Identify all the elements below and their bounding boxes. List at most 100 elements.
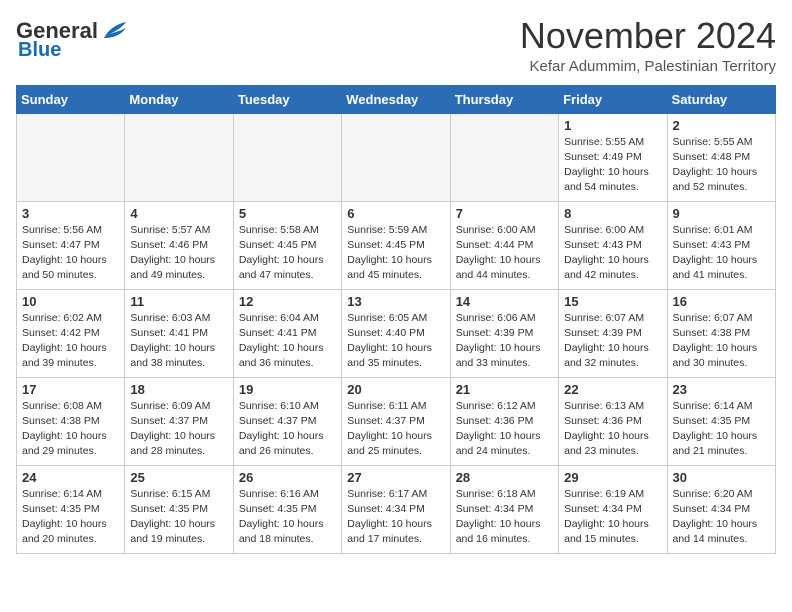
day-info: Sunrise: 6:17 AMSunset: 4:34 PMDaylight:…	[347, 487, 444, 548]
day-info: Sunrise: 6:19 AMSunset: 4:34 PMDaylight:…	[564, 487, 661, 548]
calendar-header-sunday: Sunday	[17, 85, 125, 113]
calendar-header-wednesday: Wednesday	[342, 85, 450, 113]
calendar-cell	[125, 113, 233, 201]
calendar-cell: 29 Sunrise: 6:19 AMSunset: 4:34 PMDayligh…	[559, 465, 667, 553]
calendar-week-row: 3 Sunrise: 5:56 AMSunset: 4:47 PMDaylight…	[17, 201, 776, 289]
day-number: 5	[239, 206, 336, 221]
calendar-header-row: SundayMondayTuesdayWednesdayThursdayFrid…	[17, 85, 776, 113]
calendar-cell: 4 Sunrise: 5:57 AMSunset: 4:46 PMDaylight…	[125, 201, 233, 289]
calendar-cell: 16 Sunrise: 6:07 AMSunset: 4:38 PMDayligh…	[667, 289, 775, 377]
day-number: 3	[22, 206, 119, 221]
day-number: 7	[456, 206, 553, 221]
day-info: Sunrise: 5:57 AMSunset: 4:46 PMDaylight:…	[130, 223, 227, 284]
day-number: 25	[130, 470, 227, 485]
calendar-cell: 17 Sunrise: 6:08 AMSunset: 4:38 PMDayligh…	[17, 377, 125, 465]
calendar-table: SundayMondayTuesdayWednesdayThursdayFrid…	[16, 85, 776, 554]
calendar-header-tuesday: Tuesday	[233, 85, 341, 113]
day-number: 29	[564, 470, 661, 485]
calendar-cell: 20Sunrise: 6:11 AMSunset: 4:37 PMDayligh…	[342, 377, 450, 465]
day-info: Sunrise: 5:59 AMSunset: 4:45 PMDaylight:…	[347, 223, 444, 284]
day-info: Sunrise: 6:11 AMSunset: 4:37 PMDaylight:…	[347, 399, 444, 460]
calendar-cell: 25 Sunrise: 6:15 AMSunset: 4:35 PMDayligh…	[125, 465, 233, 553]
day-number: 1	[564, 118, 661, 133]
calendar-cell: 14Sunrise: 6:06 AMSunset: 4:39 PMDayligh…	[450, 289, 558, 377]
day-number: 12	[239, 294, 336, 309]
location-title: Kefar Adummim, Palestinian Territory	[520, 58, 776, 75]
day-info: Sunrise: 6:14 AMSunset: 4:35 PMDaylight:…	[22, 487, 119, 548]
header: General Blue November 2024 Kefar Adummim…	[16, 16, 776, 75]
day-info: Sunrise: 6:10 AMSunset: 4:37 PMDaylight:…	[239, 399, 336, 460]
day-info: Sunrise: 6:09 AMSunset: 4:37 PMDaylight:…	[130, 399, 227, 460]
day-number: 30	[673, 470, 770, 485]
day-info: Sunrise: 6:13 AMSunset: 4:36 PMDaylight:…	[564, 399, 661, 460]
logo-blue-text: Blue	[18, 40, 61, 60]
day-info: Sunrise: 6:07 AMSunset: 4:39 PMDaylight:…	[564, 311, 661, 372]
day-info: Sunrise: 5:56 AMSunset: 4:47 PMDaylight:…	[22, 223, 119, 284]
day-number: 24	[22, 470, 119, 485]
day-number: 6	[347, 206, 444, 221]
calendar-cell	[342, 113, 450, 201]
day-number: 2	[673, 118, 770, 133]
day-number: 11	[130, 294, 227, 309]
day-info: Sunrise: 6:03 AMSunset: 4:41 PMDaylight:…	[130, 311, 227, 372]
day-info: Sunrise: 6:20 AMSunset: 4:34 PMDaylight:…	[673, 487, 770, 548]
calendar-cell: 5 Sunrise: 5:58 AMSunset: 4:45 PMDaylight…	[233, 201, 341, 289]
calendar-cell: 22 Sunrise: 6:13 AMSunset: 4:36 PMDayligh…	[559, 377, 667, 465]
day-info: Sunrise: 5:58 AMSunset: 4:45 PMDaylight:…	[239, 223, 336, 284]
day-info: Sunrise: 6:14 AMSunset: 4:35 PMDaylight:…	[673, 399, 770, 460]
day-info: Sunrise: 6:04 AMSunset: 4:41 PMDaylight:…	[239, 311, 336, 372]
calendar-cell: 15 Sunrise: 6:07 AMSunset: 4:39 PMDayligh…	[559, 289, 667, 377]
calendar-cell: 13Sunrise: 6:05 AMSunset: 4:40 PMDayligh…	[342, 289, 450, 377]
calendar-cell: 19Sunrise: 6:10 AMSunset: 4:37 PMDayligh…	[233, 377, 341, 465]
day-number: 23	[673, 382, 770, 397]
calendar-week-row: 10 Sunrise: 6:02 AMSunset: 4:42 PMDayligh…	[17, 289, 776, 377]
calendar-cell	[233, 113, 341, 201]
day-number: 22	[564, 382, 661, 397]
day-number: 26	[239, 470, 336, 485]
calendar-cell: 18Sunrise: 6:09 AMSunset: 4:37 PMDayligh…	[125, 377, 233, 465]
calendar-cell: 26 Sunrise: 6:16 AMSunset: 4:35 PMDayligh…	[233, 465, 341, 553]
day-info: Sunrise: 6:07 AMSunset: 4:38 PMDaylight:…	[673, 311, 770, 372]
day-info: Sunrise: 6:16 AMSunset: 4:35 PMDaylight:…	[239, 487, 336, 548]
day-info: Sunrise: 6:00 AMSunset: 4:43 PMDaylight:…	[564, 223, 661, 284]
day-number: 17	[22, 382, 119, 397]
day-info: Sunrise: 6:12 AMSunset: 4:36 PMDaylight:…	[456, 399, 553, 460]
month-title: November 2024	[520, 16, 776, 56]
day-number: 8	[564, 206, 661, 221]
day-number: 4	[130, 206, 227, 221]
day-number: 28	[456, 470, 553, 485]
logo: General Blue	[16, 20, 128, 60]
day-number: 13	[347, 294, 444, 309]
logo-bird-icon	[100, 20, 128, 42]
calendar-header-friday: Friday	[559, 85, 667, 113]
calendar-header-saturday: Saturday	[667, 85, 775, 113]
day-number: 15	[564, 294, 661, 309]
calendar-cell: 6 Sunrise: 5:59 AMSunset: 4:45 PMDaylight…	[342, 201, 450, 289]
day-info: Sunrise: 6:06 AMSunset: 4:39 PMDaylight:…	[456, 311, 553, 372]
calendar-cell: 1Sunrise: 5:55 AMSunset: 4:49 PMDaylight…	[559, 113, 667, 201]
calendar-cell: 12 Sunrise: 6:04 AMSunset: 4:41 PMDayligh…	[233, 289, 341, 377]
calendar-cell: 27 Sunrise: 6:17 AMSunset: 4:34 PMDayligh…	[342, 465, 450, 553]
calendar-cell: 7Sunrise: 6:00 AMSunset: 4:44 PMDaylight…	[450, 201, 558, 289]
day-info: Sunrise: 5:55 AMSunset: 4:48 PMDaylight:…	[673, 135, 770, 196]
calendar-cell: 11 Sunrise: 6:03 AMSunset: 4:41 PMDayligh…	[125, 289, 233, 377]
calendar-cell: 28 Sunrise: 6:18 AMSunset: 4:34 PMDayligh…	[450, 465, 558, 553]
calendar-header-monday: Monday	[125, 85, 233, 113]
day-info: Sunrise: 6:18 AMSunset: 4:34 PMDaylight:…	[456, 487, 553, 548]
calendar-cell: 10 Sunrise: 6:02 AMSunset: 4:42 PMDayligh…	[17, 289, 125, 377]
day-info: Sunrise: 6:02 AMSunset: 4:42 PMDaylight:…	[22, 311, 119, 372]
day-info: Sunrise: 6:15 AMSunset: 4:35 PMDaylight:…	[130, 487, 227, 548]
day-number: 10	[22, 294, 119, 309]
calendar-week-row: 17 Sunrise: 6:08 AMSunset: 4:38 PMDayligh…	[17, 377, 776, 465]
day-number: 27	[347, 470, 444, 485]
calendar-cell: 2 Sunrise: 5:55 AMSunset: 4:48 PMDaylight…	[667, 113, 775, 201]
calendar-header-thursday: Thursday	[450, 85, 558, 113]
calendar-cell	[17, 113, 125, 201]
day-info: Sunrise: 6:08 AMSunset: 4:38 PMDaylight:…	[22, 399, 119, 460]
calendar-cell	[450, 113, 558, 201]
calendar-cell: 8 Sunrise: 6:00 AMSunset: 4:43 PMDaylight…	[559, 201, 667, 289]
calendar-cell: 23 Sunrise: 6:14 AMSunset: 4:35 PMDayligh…	[667, 377, 775, 465]
day-info: Sunrise: 6:01 AMSunset: 4:43 PMDaylight:…	[673, 223, 770, 284]
day-number: 9	[673, 206, 770, 221]
day-number: 16	[673, 294, 770, 309]
